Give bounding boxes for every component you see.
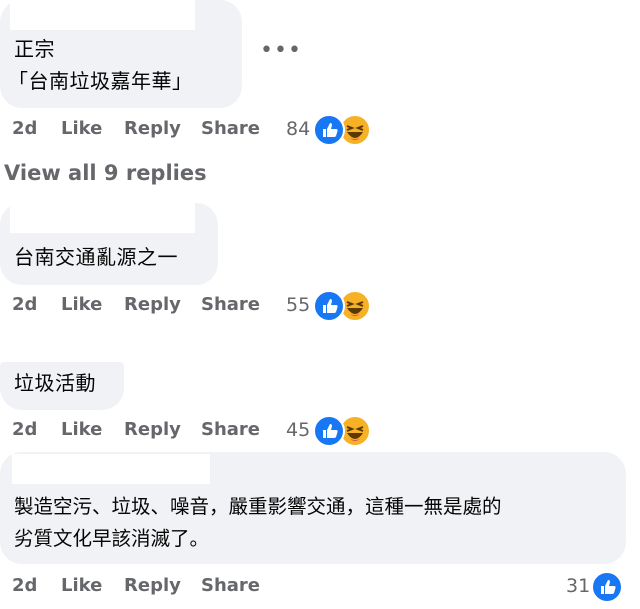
- comment-bubble-2: 台南交通亂源之一: [0, 203, 218, 285]
- share-button[interactable]: Share: [201, 114, 260, 144]
- comment-text-line: 正宗: [14, 37, 55, 61]
- redacted-author-name: [10, 203, 195, 233]
- comment-text-line: 劣質文化早該消滅了。: [14, 527, 210, 550]
- comment-actions-1: 2d Like Reply Share 84: [0, 114, 640, 146]
- more-options-icon[interactable]: •••: [260, 38, 302, 63]
- share-button[interactable]: Share: [201, 571, 260, 601]
- reaction-count[interactable]: 84: [286, 114, 310, 144]
- reply-button[interactable]: Reply: [124, 290, 181, 320]
- comment-bubble-4: 製造空污、垃圾、噪音，嚴重影響交通，這種一無是處的 劣質文化早該消滅了。: [0, 452, 626, 564]
- comment-text-line: 垃圾活動: [14, 371, 96, 395]
- share-button[interactable]: Share: [201, 290, 260, 320]
- reaction-count[interactable]: 55: [286, 290, 310, 320]
- reaction-count[interactable]: 45: [286, 415, 310, 445]
- reply-button[interactable]: Reply: [124, 415, 181, 445]
- reply-button[interactable]: Reply: [124, 114, 181, 144]
- comment-text-line: 台南交通亂源之一: [14, 245, 178, 269]
- like-button[interactable]: Like: [61, 571, 102, 601]
- comment-text-line: 製造空污、垃圾、噪音，嚴重影響交通，這種一無是處的: [14, 495, 502, 518]
- reaction-count[interactable]: 31: [566, 571, 590, 601]
- like-icon[interactable]: [591, 571, 623, 603]
- comment-bubble-3: 垃圾活動: [0, 362, 124, 410]
- like-button[interactable]: Like: [61, 290, 102, 320]
- share-button[interactable]: Share: [201, 415, 260, 445]
- redacted-author-name: [10, 0, 195, 30]
- comment-actions-4: 2d Like Reply Share 31: [0, 571, 640, 603]
- redacted-author-name: [12, 454, 210, 484]
- timestamp[interactable]: 2d: [12, 415, 37, 445]
- view-replies-link[interactable]: View all 9 replies: [4, 158, 207, 188]
- comment-actions-3: 2d Like Reply Share 45: [0, 415, 640, 447]
- comment-actions-2: 2d Like Reply Share 55: [0, 290, 640, 322]
- like-button[interactable]: Like: [61, 114, 102, 144]
- like-button[interactable]: Like: [61, 415, 102, 445]
- timestamp[interactable]: 2d: [12, 290, 37, 320]
- timestamp[interactable]: 2d: [12, 571, 37, 601]
- reply-button[interactable]: Reply: [124, 571, 181, 601]
- comment-text-line: 「台南垃圾嘉年華」: [8, 69, 193, 93]
- like-icon[interactable]: [313, 114, 345, 146]
- like-icon[interactable]: [313, 415, 345, 447]
- comment-bubble-1: 正宗 「台南垃圾嘉年華」: [0, 0, 242, 108]
- like-icon[interactable]: [313, 290, 345, 322]
- timestamp[interactable]: 2d: [12, 114, 37, 144]
